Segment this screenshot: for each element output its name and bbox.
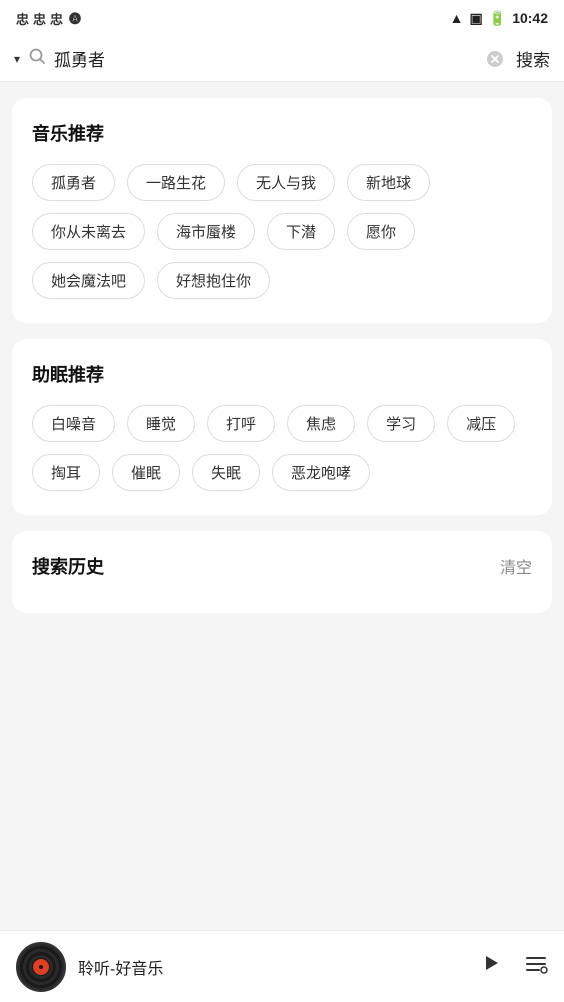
search-history-card: 搜索历史 清空 [12,531,552,613]
search-input[interactable] [54,49,478,69]
sleep-tag-8[interactable]: 失眠 [192,454,260,491]
app-icon-3: 忠 [50,9,63,28]
vinyl-label [33,959,49,975]
history-section-title: 搜索历史 [32,553,104,579]
sleep-tags-container: 白噪音 睡觉 打呼 焦虑 学习 减压 掏耳 催眠 失眠 恶龙咆哮 [32,405,532,491]
status-right: ▲ ▣ 🔋 10:42 [450,10,548,27]
status-left: 忠 忠 忠 🅐 [16,9,81,28]
music-tags-container: 孤勇者 一路生花 无人与我 新地球 你从未离去 海市蜃楼 下潜 愿你 她会魔法吧… [32,164,532,299]
clear-input-button[interactable] [486,50,504,68]
app-icon-2: 忠 [33,9,46,28]
sleep-tag-7[interactable]: 催眠 [112,454,180,491]
battery-icon: 🔋 [489,10,506,27]
sleep-tag-1[interactable]: 睡觉 [127,405,195,442]
playlist-button[interactable] [524,952,548,982]
sleep-tag-2[interactable]: 打呼 [207,405,275,442]
music-tag-8[interactable]: 她会魔法吧 [32,262,145,299]
app-icon-1: 忠 [16,9,29,28]
sleep-tag-5[interactable]: 减压 [447,405,515,442]
sleep-recommendations-card: 助眠推荐 白噪音 睡觉 打呼 焦虑 学习 减压 掏耳 催眠 失眠 恶龙咆哮 [12,339,552,515]
music-tag-4[interactable]: 你从未离去 [32,213,145,250]
music-recommendations-card: 音乐推荐 孤勇者 一路生花 无人与我 新地球 你从未离去 海市蜃楼 下潜 愿你 … [12,98,552,323]
sleep-tag-6[interactable]: 掏耳 [32,454,100,491]
music-tag-7[interactable]: 愿你 [347,213,415,250]
signal-icon: ▣ [470,10,483,27]
music-tag-9[interactable]: 好想抱住你 [157,262,270,299]
dropdown-arrow-icon[interactable]: ▾ [14,52,20,66]
search-button[interactable]: 搜索 [516,46,550,71]
music-tag-6[interactable]: 下潜 [267,213,335,250]
time-display: 10:42 [512,10,548,26]
sleep-tag-3[interactable]: 焦虑 [287,405,355,442]
search-bar: ▾ 搜索 [0,36,564,82]
keyboard-icon: 🅐 [69,10,81,27]
player-bar: 聆听-好音乐 [0,930,564,1002]
sleep-tag-9[interactable]: 恶龙咆哮 [272,454,370,491]
play-button[interactable] [476,949,504,984]
wifi-icon: ▲ [450,10,464,26]
music-tag-0[interactable]: 孤勇者 [32,164,115,201]
player-song-title: 聆听-好音乐 [78,955,464,979]
music-tag-2[interactable]: 无人与我 [237,164,335,201]
clear-history-button[interactable]: 清空 [500,554,532,578]
main-content: 音乐推荐 孤勇者 一路生花 无人与我 新地球 你从未离去 海市蜃楼 下潜 愿你 … [0,82,564,703]
history-header: 搜索历史 清空 [32,553,532,579]
sleep-section-title: 助眠推荐 [32,361,532,387]
music-tag-5[interactable]: 海市蜃楼 [157,213,255,250]
music-section-title: 音乐推荐 [32,120,532,146]
sleep-tag-4[interactable]: 学习 [367,405,435,442]
music-tag-3[interactable]: 新地球 [347,164,430,201]
search-icon [28,47,46,70]
sleep-tag-0[interactable]: 白噪音 [32,405,115,442]
album-art [16,942,66,992]
status-bar: 忠 忠 忠 🅐 ▲ ▣ 🔋 10:42 [0,0,564,36]
music-tag-1[interactable]: 一路生花 [127,164,225,201]
vinyl-center [39,965,43,969]
